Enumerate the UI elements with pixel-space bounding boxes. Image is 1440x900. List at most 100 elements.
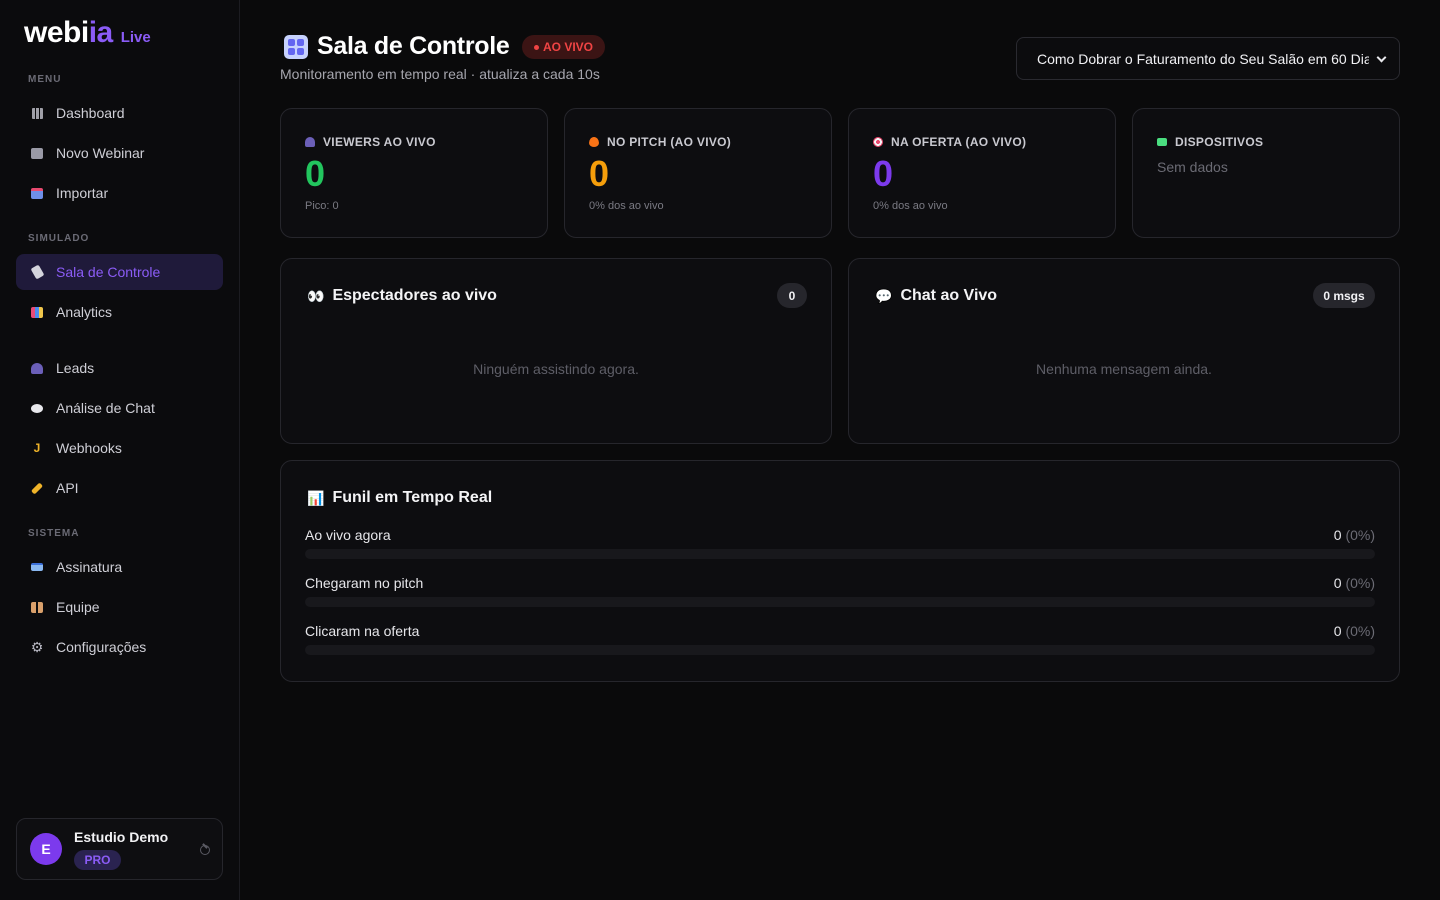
sidebar-item-leads[interactable]: Leads (16, 350, 223, 386)
key-icon (30, 481, 44, 495)
funnel-count: 0 (1333, 623, 1342, 639)
chat-empty-message: Nenhuma mensagem ainda. (1036, 361, 1212, 377)
stat-sub: 0% dos ao vivo (589, 200, 664, 212)
stat-card-viewers: VIEWERS AO VIVO 0 Pico: 0 (280, 108, 548, 238)
stat-label-row: NO PITCH (AO VIVO) (589, 135, 731, 149)
sidebar-item-label: Análise de Chat (56, 400, 155, 416)
sidebar-item-importar[interactable]: Importar (16, 175, 223, 211)
chat-count-badge: 0 msgs (1313, 283, 1375, 308)
funnel-panel: 📊 Funil em Tempo Real Ao vivo agora 0 (0… (280, 460, 1400, 682)
funnel-progress-bar (305, 549, 1375, 559)
funnel-value: 0 (0%) (1334, 575, 1375, 591)
sidebar-item-label: Sala de Controle (56, 264, 161, 280)
hook-icon: J (33, 441, 41, 455)
sidebar-item-label: Dashboard (56, 105, 125, 121)
panel-title: Funil em Tempo Real (332, 489, 493, 506)
viewers-panel: 👀 Espectadores ao vivo 0 Ninguém assisti… (280, 258, 832, 444)
section-label-simulado: SIMULADO (28, 233, 90, 244)
stat-card-pitch: NO PITCH (AO VIVO) 0 0% dos ao vivo (564, 108, 832, 238)
stat-value: 0 (873, 153, 894, 194)
funnel-label: Ao vivo agora (305, 527, 391, 543)
funnel-count: 0 (1333, 527, 1342, 543)
grid-icon (30, 106, 44, 120)
chat-panel: 💬 Chat ao Vivo 0 msgs Nenhuma mensagem a… (848, 258, 1400, 444)
sidebar-item-configuracoes[interactable]: ⚙ Configurações (16, 629, 223, 665)
eyes-icon: 👀 (307, 287, 325, 304)
user-name: Estudio Demo (74, 829, 169, 845)
sidebar-item-label: Importar (56, 185, 109, 201)
logo-wordmark: webiia (24, 16, 113, 50)
webinar-select[interactable]: Como Dobrar o Faturamento do Seu Salão e… (1016, 37, 1400, 80)
live-dot-icon (533, 44, 539, 50)
sidebar-item-analytics[interactable]: Analytics (16, 294, 223, 330)
bar-chart-icon (30, 305, 44, 319)
funnel-progress-bar (305, 645, 1375, 655)
sidebar-item-label: API (56, 480, 79, 496)
team-icon (30, 600, 44, 614)
stat-label-row: NA OFERTA (AO VIVO) (873, 135, 1026, 149)
page-title: Sala de Controle (317, 32, 510, 60)
credit-card-icon (30, 560, 44, 574)
funnel-label: Clicaram na oferta (305, 623, 420, 639)
sidebar-item-label: Webhooks (56, 440, 122, 456)
funnel-count: 0 (1333, 575, 1342, 591)
plan-badge: PRO (74, 850, 121, 870)
funnel-value: 0 (0%) (1334, 623, 1375, 639)
sidebar-item-sala-de-controle[interactable]: Sala de Controle (16, 254, 223, 290)
panel-title-row: 💬 Chat ao Vivo (875, 287, 997, 305)
stat-value: 0 (589, 153, 610, 194)
live-status-badge: AO VIVO (522, 35, 605, 59)
speech-bubble-icon (30, 401, 44, 415)
stat-sub: Pico: 0 (305, 200, 339, 212)
film-icon (30, 146, 44, 160)
panel-title: Chat ao Vivo (900, 287, 998, 304)
sidebar-item-label: Configurações (56, 639, 147, 655)
target-icon (873, 137, 883, 147)
sidebar-item-novo-webinar[interactable]: Novo Webinar (16, 135, 223, 171)
panel-title: Espectadores ao vivo (332, 287, 497, 304)
sidebar-item-assinatura[interactable]: Assinatura (16, 549, 223, 585)
logout-icon[interactable] (200, 845, 210, 855)
stat-card-devices: DISPOSITIVOS Sem dados (1132, 108, 1400, 238)
logo-live-badge: Live (120, 29, 151, 46)
logo-text-a: webi (24, 16, 89, 49)
stat-empty: Sem dados (1157, 159, 1228, 175)
webinar-select-value: Como Dobrar o Faturamento do Seu Salão e… (1037, 50, 1369, 67)
funnel-percent: (0%) (1345, 623, 1375, 639)
sidebar-item-label: Equipe (56, 599, 100, 615)
sidebar-item-label: Novo Webinar (56, 145, 145, 161)
sidebar-item-equipe[interactable]: Equipe (16, 589, 223, 625)
stat-label-row: DISPOSITIVOS (1157, 135, 1263, 149)
sidebar-item-api[interactable]: API (16, 470, 223, 506)
logo-text-b: ia (88, 16, 114, 49)
sidebar-item-dashboard[interactable]: Dashboard (16, 95, 223, 131)
chevron-down-icon (1376, 52, 1387, 63)
sidebar-item-webhooks[interactable]: J Webhooks (16, 430, 223, 466)
monitor-icon (1157, 138, 1167, 146)
users-icon (30, 361, 44, 375)
funnel-value: 0 (0%) (1334, 527, 1375, 543)
users-icon (305, 137, 315, 147)
speech-bubble-icon: 💬 (875, 287, 893, 304)
user-card[interactable]: E Estudio Demo PRO (16, 818, 223, 880)
section-label-sistema: SISTEMA (28, 528, 80, 539)
sidebar-item-analise-de-chat[interactable]: Análise de Chat (16, 390, 223, 426)
sidebar-item-label: Leads (56, 360, 95, 376)
bar-chart-icon: 📊 (307, 489, 325, 506)
live-badge-label: AO VIVO (542, 40, 593, 54)
stat-label: VIEWERS AO VIVO (323, 135, 436, 149)
sidebar-item-label: Assinatura (56, 559, 123, 575)
funnel-percent: (0%) (1345, 575, 1375, 591)
panel-title-row: 👀 Espectadores ao vivo (307, 287, 497, 305)
avatar: E (30, 833, 62, 865)
logo[interactable]: webiia Live (24, 16, 151, 50)
stat-value: 0 (305, 153, 326, 194)
stat-card-offer: NA OFERTA (AO VIVO) 0 0% dos ao vivo (848, 108, 1116, 238)
section-label-menu: MENU (28, 74, 62, 85)
viewers-count-badge: 0 (777, 283, 807, 308)
sidebar: webiia Live MENU Dashboard Novo Webinar … (0, 0, 240, 900)
viewers-empty-message: Ninguém assistindo agora. (473, 361, 639, 377)
page-subtitle: Monitoramento em tempo real · atualiza a… (280, 66, 600, 82)
stat-label-row: VIEWERS AO VIVO (305, 135, 436, 149)
satellite-icon (30, 264, 44, 280)
